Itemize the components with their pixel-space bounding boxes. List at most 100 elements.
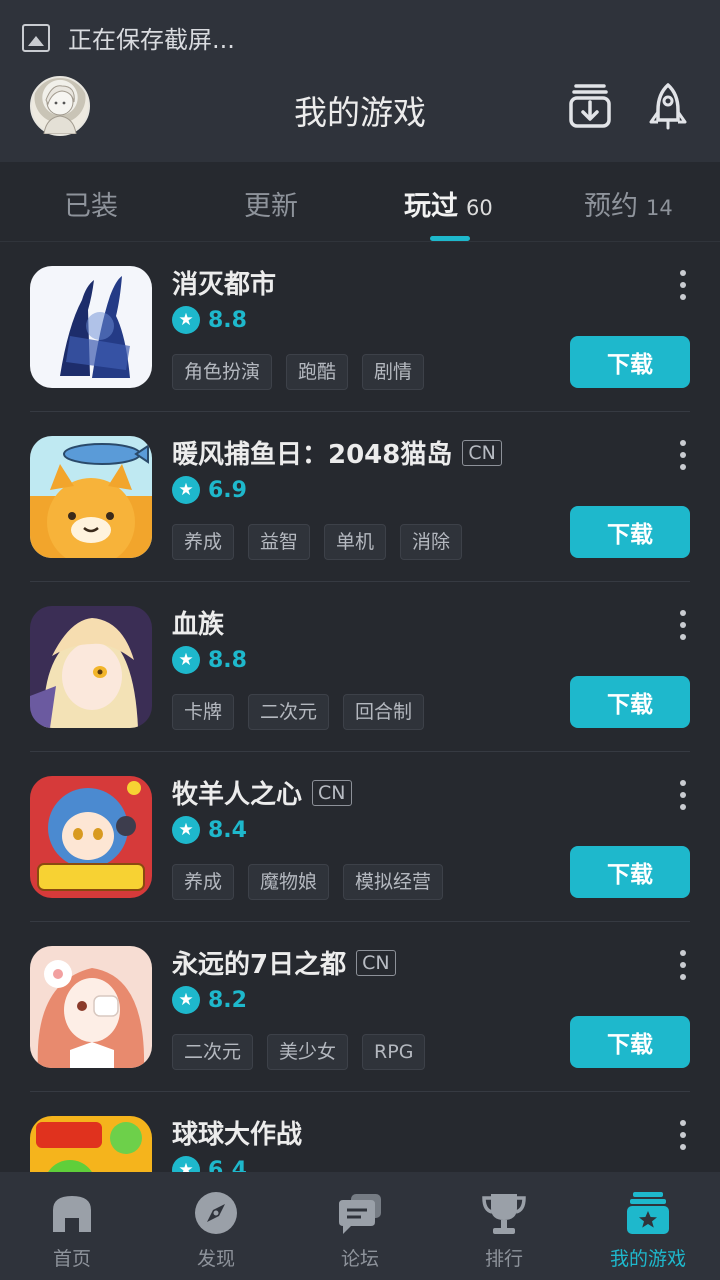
game-list-item[interactable]: 牧羊人之心 CN ★ 8.4 养成 魔物娘 模拟经营 下载 (30, 752, 690, 922)
tab-label: 玩过 (404, 191, 458, 222)
rating-value: 8.8 (208, 307, 247, 333)
game-icon[interactable] (30, 436, 152, 558)
download-icon[interactable] (568, 82, 612, 130)
game-rating: ★ 8.4 (172, 816, 247, 844)
nav-ranking[interactable]: 排行 (432, 1172, 576, 1280)
more-options-icon[interactable] (676, 270, 690, 300)
game-tag[interactable]: 剧情 (362, 354, 425, 390)
nav-discover[interactable]: 发现 (144, 1172, 288, 1280)
page-title: 我的游戏 (294, 93, 426, 132)
game-list[interactable]: 消灭都市 ★ 8.8 角色扮演 跑酷 剧情 下载 暖风捕鱼日：2048猫岛 CN… (0, 242, 720, 1172)
game-tag[interactable]: 跑酷 (286, 354, 349, 390)
rating-value: 6.4 (208, 1157, 247, 1173)
tab-count: 14 (646, 196, 673, 220)
game-rating: ★ 8.8 (172, 306, 247, 334)
game-name: 暖风捕鱼日：2048猫岛 (172, 440, 453, 470)
rating-value: 8.4 (208, 817, 247, 843)
screenshot-notification[interactable]: 正在保存截屏... (22, 20, 235, 55)
game-tags: 养成 魔物娘 模拟经营 (172, 864, 444, 900)
nav-label: 发现 (196, 1248, 235, 1270)
rating-value: 8.8 (208, 647, 247, 673)
game-tag[interactable]: 养成 (172, 864, 235, 900)
game-list-item[interactable]: 血族 ★ 8.8 卡牌 二次元 回合制 下载 (30, 582, 690, 752)
game-name: 球球大作战 (172, 1120, 303, 1150)
nav-my-games[interactable]: 我的游戏 (576, 1172, 720, 1280)
tab-bar: 已装 更新 玩过 60 预约 14 (0, 162, 720, 242)
game-tag[interactable]: 养成 (172, 524, 235, 560)
tab-reserved[interactable]: 预约 14 (584, 184, 673, 223)
game-icon[interactable] (30, 606, 152, 728)
app-screen: 正在保存截屏... 我的游戏 已装 更新 玩过 60 预约 14 消灭都市 ★ … (0, 0, 720, 1280)
home-icon (53, 1196, 91, 1232)
trophy-icon (482, 1194, 526, 1234)
star-icon: ★ (172, 306, 200, 334)
tab-updates[interactable]: 更新 (244, 184, 298, 223)
game-tag[interactable]: 二次元 (248, 694, 330, 730)
game-tag[interactable]: RPG (362, 1034, 426, 1070)
download-button[interactable]: 下载 (570, 336, 690, 388)
image-icon (22, 23, 50, 52)
active-tab-indicator (430, 236, 470, 241)
nav-label: 我的游戏 (609, 1248, 686, 1270)
game-tag[interactable]: 卡牌 (172, 694, 235, 730)
game-tag[interactable]: 益智 (248, 524, 311, 560)
game-list-item[interactable]: 永远的7日之都 CN ★ 8.2 二次元 美少女 RPG 下载 (30, 922, 690, 1092)
bottom-nav: 首页 发现 论坛 排行 我的游戏 (0, 1172, 720, 1280)
game-list-item[interactable]: 暖风捕鱼日：2048猫岛 CN ★ 6.9 养成 益智 单机 消除 下载 (30, 412, 690, 582)
forum-icon (339, 1194, 381, 1234)
game-tag[interactable]: 二次元 (172, 1034, 254, 1070)
game-rating: ★ 8.8 (172, 646, 247, 674)
game-rating: ★ 6.4 (172, 1156, 247, 1172)
game-rating: ★ 8.2 (172, 986, 247, 1014)
game-title-row: 血族 (172, 604, 224, 641)
game-tags: 养成 益智 单机 消除 (172, 524, 463, 560)
notification-text: 正在保存截屏... (68, 26, 235, 54)
game-tags: 角色扮演 跑酷 剧情 (172, 354, 425, 390)
nav-label: 论坛 (340, 1248, 379, 1270)
game-tag[interactable]: 角色扮演 (172, 354, 273, 390)
download-button[interactable]: 下载 (570, 506, 690, 558)
star-icon: ★ (172, 646, 200, 674)
cn-badge: CN (312, 779, 352, 806)
game-tag[interactable]: 回合制 (343, 694, 425, 730)
game-icon[interactable] (30, 946, 152, 1068)
star-icon: ★ (172, 816, 200, 844)
more-options-icon[interactable] (676, 1120, 690, 1150)
star-icon: ★ (172, 986, 200, 1014)
game-tags: 二次元 美少女 RPG (172, 1034, 426, 1070)
more-options-icon[interactable] (676, 780, 690, 810)
nav-home[interactable]: 首页 (0, 1172, 144, 1280)
tab-installed[interactable]: 已装 (64, 184, 118, 223)
star-icon: ★ (172, 476, 200, 504)
game-tag[interactable]: 魔物娘 (248, 864, 330, 900)
nav-forum[interactable]: 论坛 (288, 1172, 432, 1280)
more-options-icon[interactable] (676, 950, 690, 980)
game-name: 血族 (172, 610, 225, 640)
game-icon[interactable] (30, 266, 152, 388)
game-tag[interactable]: 模拟经营 (343, 864, 444, 900)
my-games-icon (627, 1192, 669, 1234)
game-title-row: 牧羊人之心 CN (172, 774, 352, 811)
download-button[interactable]: 下载 (570, 1016, 690, 1068)
game-title-row: 消灭都市 (172, 264, 276, 301)
rocket-icon[interactable] (646, 82, 690, 130)
more-options-icon[interactable] (676, 440, 690, 470)
game-icon[interactable] (30, 776, 152, 898)
game-tags: 卡牌 二次元 回合制 (172, 694, 425, 730)
game-tag[interactable]: 单机 (324, 524, 387, 560)
game-tag[interactable]: 消除 (400, 524, 463, 560)
game-rating: ★ 6.9 (172, 476, 247, 504)
download-button[interactable]: 下载 (570, 676, 690, 728)
tab-played[interactable]: 玩过 60 (404, 184, 493, 223)
more-options-icon[interactable] (676, 610, 690, 640)
compass-icon (195, 1192, 237, 1234)
game-title-row: 永远的7日之都 CN (172, 944, 396, 981)
tab-label: 更新 (244, 191, 298, 222)
game-icon[interactable] (30, 1116, 152, 1172)
game-tag[interactable]: 美少女 (267, 1034, 349, 1070)
rating-value: 8.2 (208, 987, 247, 1013)
game-list-item[interactable]: 消灭都市 ★ 8.8 角色扮演 跑酷 剧情 下载 (30, 242, 690, 412)
game-list-item[interactable]: 球球大作战 ★ 6.4 下载 (30, 1092, 690, 1172)
download-button[interactable]: 下载 (570, 846, 690, 898)
star-icon: ★ (172, 1156, 200, 1172)
